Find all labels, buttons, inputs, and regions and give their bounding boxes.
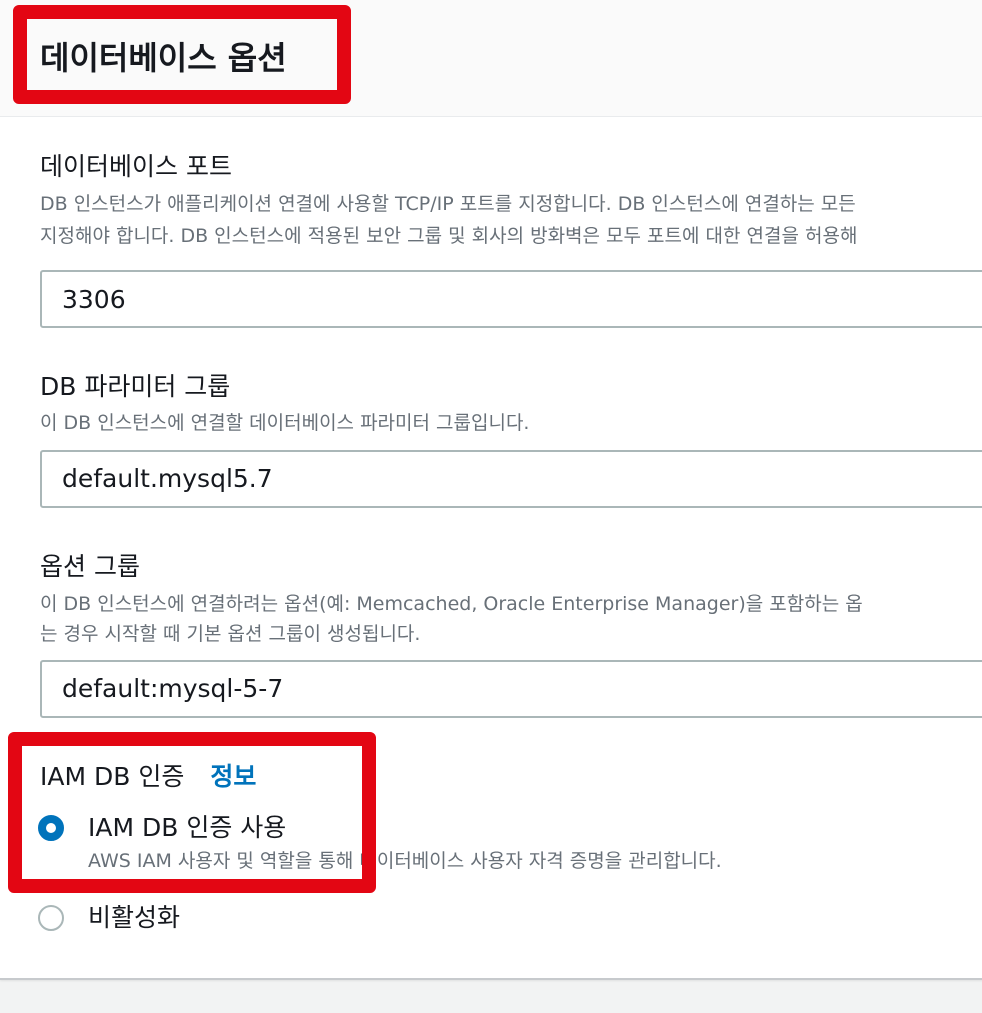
radio-iam-auth-enable-text: IAM DB 인증 사용 AWS IAM 사용자 및 역할을 통해 데이터베이스… xyxy=(88,811,722,877)
option-group-description-line-2: 는 경우 시작할 때 기본 옵션 그룹이 생성됩니다. xyxy=(40,623,421,645)
radio-iam-auth-disable-text: 비활성화 xyxy=(88,901,180,935)
option-group-description-line-1: 이 DB 인스턴스에 연결하려는 옵션(예: Memcached, Oracle… xyxy=(40,593,863,615)
radio-iam-auth-disable-label: 비활성화 xyxy=(88,903,181,932)
port-label: 데이터베이스 포트 xyxy=(40,152,232,181)
radio-button-unselected[interactable] xyxy=(38,905,64,931)
iam-auth-label: IAM DB 인증 정보 xyxy=(40,760,256,794)
radio-button-selected[interactable] xyxy=(38,815,64,841)
iam-auth-label-text: IAM DB 인증 xyxy=(40,762,185,791)
database-options-panel: 데이터베이스 옵션 데이터베이스 포트 DB 인스턴스가 애플리케이션 연결에 … xyxy=(0,0,982,980)
iam-auth-info-link[interactable]: 정보 xyxy=(210,762,256,791)
radio-iam-auth-enable-description: AWS IAM 사용자 및 역할을 통해 데이터베이스 사용자 자격 증명을 관… xyxy=(88,850,722,872)
port-description-line-1: DB 인스턴스가 애플리케이션 연결에 사용할 TCP/IP 포트를 지정합니다… xyxy=(40,193,856,215)
panel-header: 데이터베이스 옵션 xyxy=(0,0,982,117)
radio-iam-auth-enable-label: IAM DB 인증 사용 xyxy=(88,813,287,842)
option-group-label: 옵션 그룹 xyxy=(40,552,140,581)
radio-iam-auth-enable[interactable]: IAM DB 인증 사용 AWS IAM 사용자 및 역할을 통해 데이터베이스… xyxy=(38,811,722,877)
parameter-group-label: DB 파라미터 그룹 xyxy=(40,372,231,401)
parameter-group-description: 이 DB 인스턴스에 연결할 데이터베이스 파라미터 그룹입니다. xyxy=(40,412,530,434)
port-description-line-2: 지정해야 합니다. DB 인스턴스에 적용된 보안 그룹 및 회사의 방화벽은 … xyxy=(40,225,858,247)
option-group-select[interactable]: default:mysql-5-7 xyxy=(40,660,982,718)
radio-iam-auth-disable[interactable]: 비활성화 xyxy=(38,901,180,935)
port-input[interactable] xyxy=(40,270,982,328)
parameter-group-select[interactable]: default.mysql5.7 xyxy=(40,450,982,508)
section-title: 데이터베이스 옵션 xyxy=(40,39,287,77)
